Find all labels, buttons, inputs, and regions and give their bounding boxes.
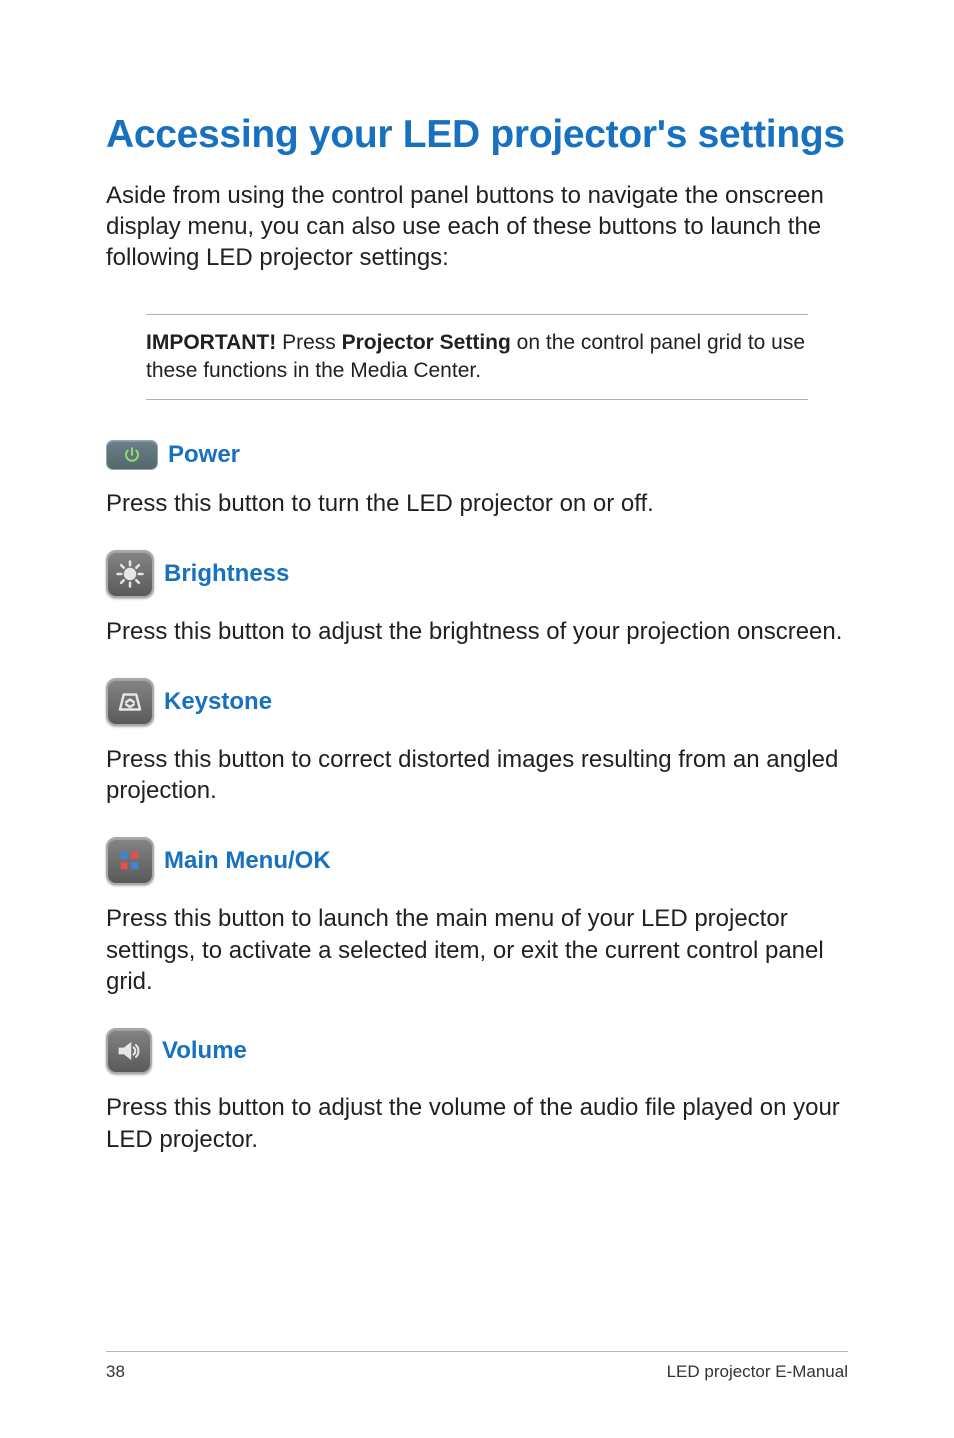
volume-icon (106, 1028, 152, 1074)
setting-desc: Press this button to adjust the brightne… (106, 616, 848, 648)
setting-name: Main Menu/OK (164, 847, 331, 875)
intro-text: Aside from using the control panel butto… (106, 180, 848, 274)
brightness-icon (106, 550, 154, 598)
setting-desc: Press this button to launch the main men… (106, 903, 848, 998)
setting-name: Volume (162, 1037, 247, 1065)
important-strong: Projector Setting (342, 331, 511, 354)
grid-icon (106, 837, 154, 885)
keystone-icon (106, 678, 154, 726)
important-text-before: Press (276, 331, 341, 354)
footer-doc-title: LED projector E-Manual (667, 1362, 848, 1382)
setting-name: Keystone (164, 688, 272, 716)
power-icon (106, 440, 158, 470)
setting-desc: Press this button to turn the LED projec… (106, 488, 848, 520)
page-footer: 38 LED projector E-Manual (106, 1351, 848, 1382)
important-note: IMPORTANT! Press Projector Setting on th… (146, 314, 808, 401)
setting-volume: Volume Press this button to adjust the v… (106, 1028, 848, 1155)
setting-main-menu: Main Menu/OK Press this button to launch… (106, 837, 848, 998)
page-number: 38 (106, 1362, 125, 1382)
setting-desc: Press this button to adjust the volume o… (106, 1092, 848, 1155)
setting-keystone: Keystone Press this button to correct di… (106, 678, 848, 807)
setting-name: Brightness (164, 560, 289, 588)
setting-brightness: Brightness Press this button to adjust t… (106, 550, 848, 648)
page-title: Accessing your LED projector's settings (106, 112, 848, 158)
important-label: IMPORTANT! (146, 331, 276, 354)
setting-desc: Press this button to correct distorted i… (106, 744, 848, 807)
setting-power: Power Press this button to turn the LED … (106, 440, 848, 520)
setting-name: Power (168, 441, 240, 469)
